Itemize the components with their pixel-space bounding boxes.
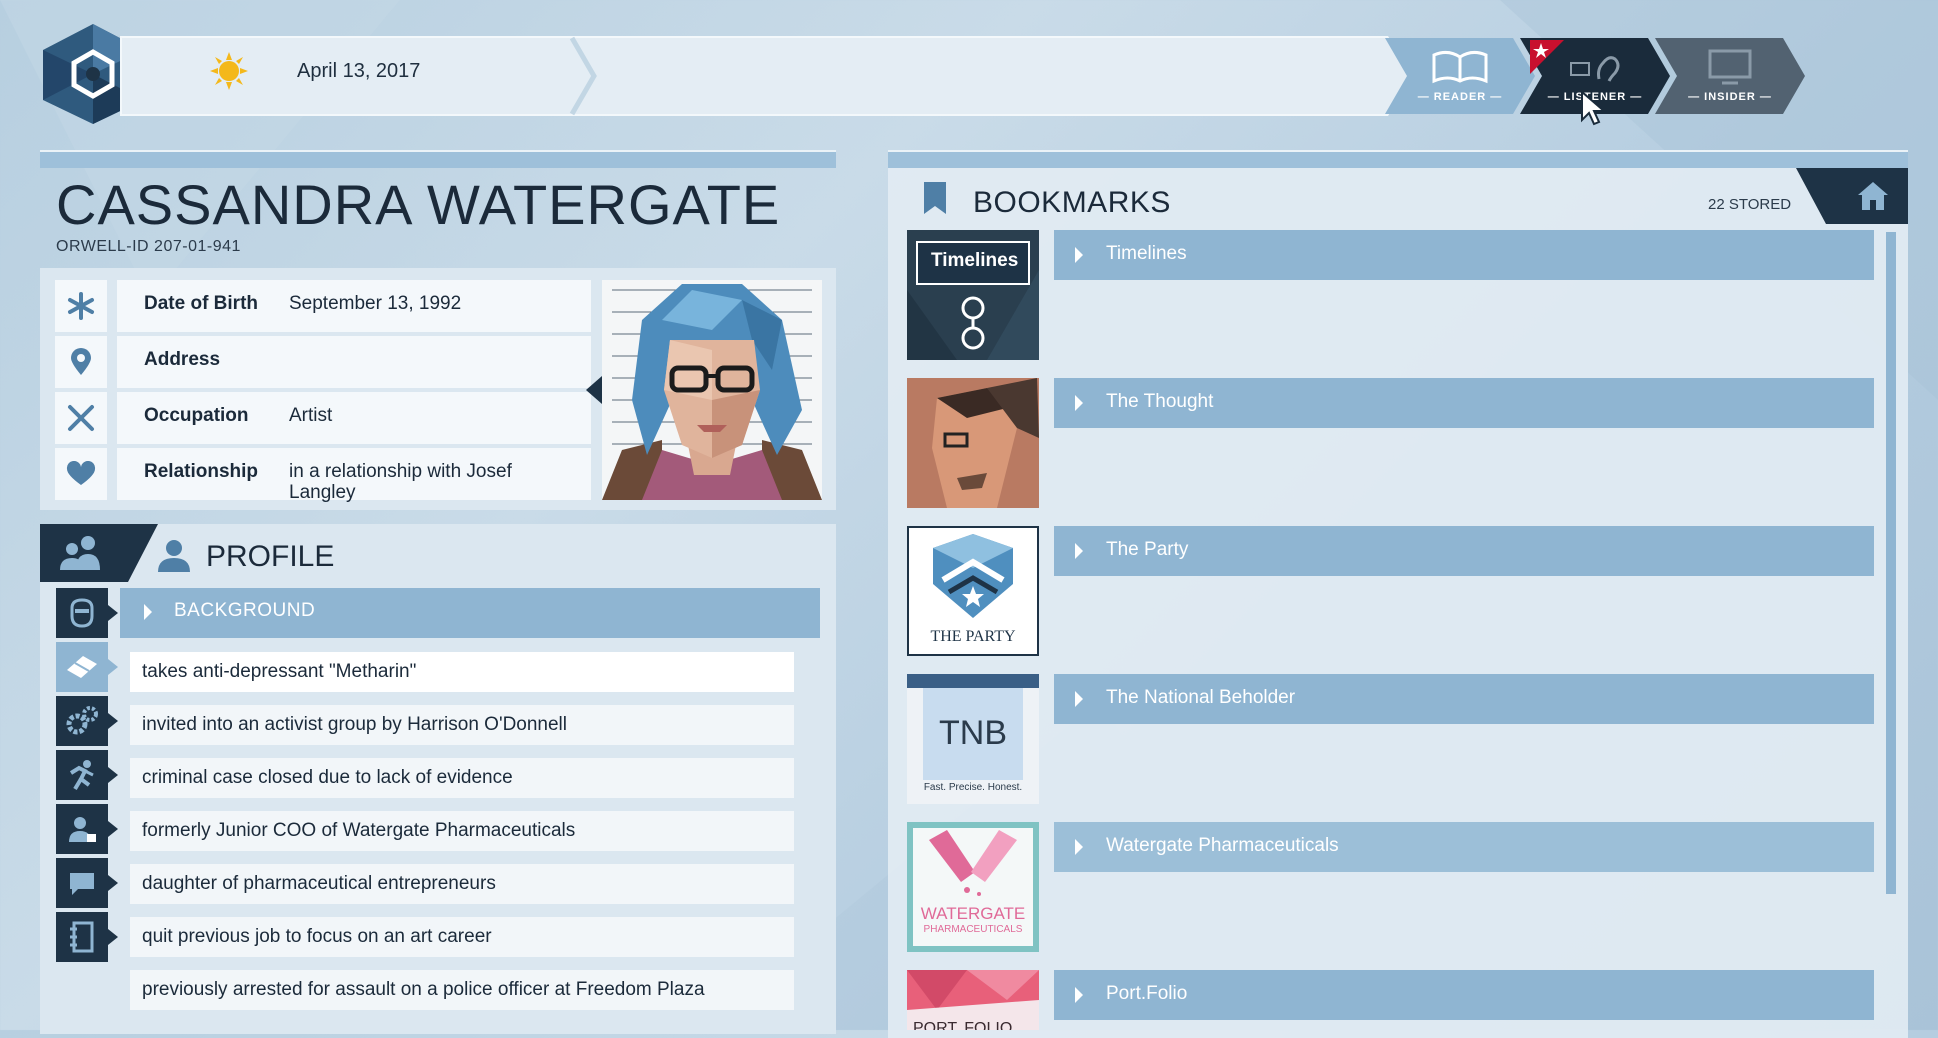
bookmark-thumb-watergate-pharma[interactable]: WATERGATE PHARMACEUTICALS xyxy=(907,822,1039,952)
fact-text: criminal case closed due to lack of evid… xyxy=(142,767,513,788)
bookmark-label: Port.Folio xyxy=(1106,983,1188,1004)
tab-reader[interactable]: — READER — xyxy=(1385,38,1535,114)
bookmark-item-the-thought[interactable]: The Thought xyxy=(1054,378,1874,428)
person-name: CASSANDRA WATERGATE xyxy=(56,173,781,236)
info-value: Artist xyxy=(289,405,333,426)
bookmarks-scrollbar[interactable] xyxy=(1886,232,1896,894)
bookmark-item-the-party[interactable]: The Party xyxy=(1054,526,1874,576)
alert-star-icon xyxy=(1530,40,1564,74)
runner-icon[interactable] xyxy=(56,750,118,800)
fact-text: previously arrested for assault on a pol… xyxy=(142,979,705,1000)
person-portrait[interactable] xyxy=(602,280,822,500)
fact-text: takes anti-depressant "Metharin" xyxy=(142,661,417,682)
bookmark-item-watergate-pharma[interactable]: Watergate Pharmaceuticals xyxy=(1054,822,1874,872)
bookmark-thumb-timelines[interactable]: Timelines xyxy=(907,230,1039,360)
chevron-right-icon xyxy=(1075,543,1083,559)
profile-title: PROFILE xyxy=(206,540,335,573)
background-section-label: BACKGROUND xyxy=(174,600,316,621)
party-thumb-text: THE PARTY xyxy=(930,628,1016,645)
chevron-right-icon xyxy=(1075,987,1083,1003)
chevron-right-icon xyxy=(1075,247,1083,263)
bookmark-thumb-the-thought[interactable] xyxy=(907,378,1039,508)
current-date: April 13, 2017 xyxy=(297,60,421,82)
person-icon xyxy=(158,540,190,572)
the-thought-thumb-image xyxy=(907,378,1039,508)
bookmark-thumb-national-beholder[interactable]: TNB Fast. Precise. Honest. xyxy=(907,674,1039,804)
bookmark-label: The National Beholder xyxy=(1106,687,1296,708)
chevron-right-icon xyxy=(1075,691,1083,707)
fact-text: quit previous job to focus on an art car… xyxy=(142,926,492,947)
bookmark-label: The Thought xyxy=(1106,391,1214,412)
person-badge-icon[interactable] xyxy=(56,804,118,854)
bookmark-thumb-the-party[interactable]: THE PARTY xyxy=(907,526,1039,656)
home-icon xyxy=(1858,182,1888,210)
pharma-thumb-text: WATERGATE xyxy=(920,904,1026,923)
bookmark-icon xyxy=(924,182,946,214)
info-value: in a relationship with Josef Langley xyxy=(289,461,512,503)
bookmark-item-national-beholder[interactable]: The National Beholder xyxy=(1054,674,1874,724)
right-panel-stripe xyxy=(888,150,1908,168)
tnb-thumb-text: TNB xyxy=(939,714,1007,752)
chevron-right-icon xyxy=(1075,395,1083,411)
profile-fact-item[interactable]: previously arrested for assault on a pol… xyxy=(130,970,794,1010)
chevron-right-icon xyxy=(1075,839,1083,855)
profile-fact-item[interactable]: quit previous job to focus on an art car… xyxy=(130,917,794,957)
bookmark-item-timelines[interactable]: Timelines xyxy=(1054,230,1874,280)
speech-icon[interactable] xyxy=(56,858,118,908)
face-icon[interactable] xyxy=(56,588,118,638)
chevron-right-icon xyxy=(144,604,152,620)
book-icon xyxy=(1432,50,1488,84)
orwell-id: ORWELL-ID 207-01-941 xyxy=(56,238,241,255)
portrait-image xyxy=(602,284,822,500)
info-label: Address xyxy=(144,349,221,370)
party-shield-icon xyxy=(933,534,1013,618)
profile-fact-item[interactable]: takes anti-depressant "Metharin" xyxy=(130,652,794,692)
mouse-cursor-icon xyxy=(1581,90,1607,126)
monitor-icon xyxy=(1708,49,1752,85)
bar-divider xyxy=(569,36,597,116)
info-label: Relationship xyxy=(144,461,259,482)
info-label: Date of Birth xyxy=(144,293,258,314)
asterisk-icon xyxy=(55,280,107,332)
bookmark-thumb-port-folio[interactable]: PORT. FOLIO xyxy=(907,970,1039,1030)
tnb-thumb-sub: Fast. Precise. Honest. xyxy=(923,782,1023,793)
left-panel-stripe xyxy=(40,150,836,168)
profile-fact-item[interactable]: formerly Junior COO of Watergate Pharmac… xyxy=(130,811,794,851)
tab-reader-label: — READER — xyxy=(1417,91,1503,103)
info-label: Occupation xyxy=(144,405,249,426)
portrait-pointer-icon xyxy=(586,376,602,404)
sun-icon xyxy=(210,52,248,90)
bookmark-label: Watergate Pharmaceuticals xyxy=(1106,835,1339,856)
tab-insider-label: — INSIDER — xyxy=(1688,91,1772,103)
tab-insider[interactable]: — INSIDER — xyxy=(1655,38,1805,114)
bookmark-label: The Party xyxy=(1106,539,1189,560)
bookmarks-panel xyxy=(888,168,1908,1038)
gears-icon[interactable] xyxy=(56,696,118,746)
bookmarks-title: BOOKMARKS xyxy=(973,186,1171,219)
tools-icon xyxy=(55,392,107,444)
info-value: September 13, 1992 xyxy=(289,293,462,314)
profile-fact-item[interactable]: criminal case closed due to lack of evid… xyxy=(130,758,794,798)
location-pin-icon xyxy=(55,336,107,388)
timelines-thumb-text: Timelines xyxy=(931,250,1019,271)
group-icon xyxy=(60,536,100,570)
tnb-top-band xyxy=(907,674,1039,688)
fact-text: invited into an activist group by Harris… xyxy=(142,714,568,735)
pharma-thumb-sub: PHARMACEUTICALS xyxy=(923,924,1023,935)
profile-fact-item[interactable]: daughter of pharmaceutical entrepreneurs xyxy=(130,864,794,904)
notebook-icon[interactable] xyxy=(56,912,118,962)
bookmark-item-port-folio[interactable]: Port.Folio xyxy=(1054,970,1874,1020)
portfolio-thumb-text: PORT. FOLIO xyxy=(913,1020,1013,1030)
profile-fact-item[interactable]: invited into an activist group by Harris… xyxy=(130,705,794,745)
pill-icon[interactable] xyxy=(56,642,118,692)
pill-capsules-icon xyxy=(929,830,1017,896)
bookmark-label: Timelines xyxy=(1106,243,1187,264)
stored-count: 22 STORED xyxy=(1708,196,1792,213)
fact-text: daughter of pharmaceutical entrepreneurs xyxy=(142,873,496,894)
fact-text: formerly Junior COO of Watergate Pharmac… xyxy=(142,820,576,841)
heart-icon xyxy=(55,448,107,500)
ear-icon xyxy=(1570,56,1620,82)
